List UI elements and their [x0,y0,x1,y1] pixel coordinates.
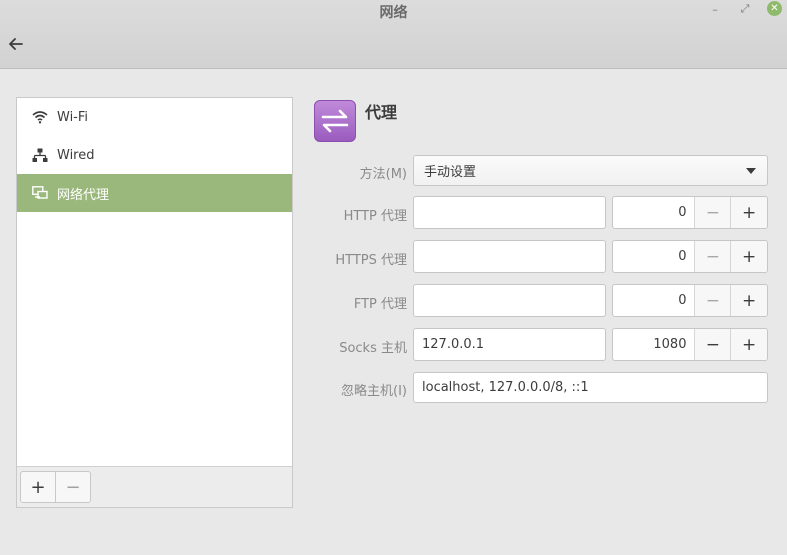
close-icon[interactable]: ✕ [767,1,782,16]
http-host-input[interactable] [413,196,606,229]
ignore-hosts-label: 忽略主机(I) [341,384,407,399]
add-connection-button[interactable]: + [20,471,56,503]
network-wired-icon [31,146,49,164]
http-port-stepper: 0 − + [612,196,768,229]
sidebar-item-network-proxy[interactable]: 网络代理 [17,174,292,212]
ftp-proxy-label: FTP 代理 [353,297,407,312]
window-title: 网络 [379,5,408,21]
back-button[interactable] [6,34,26,54]
socks-port-increment-button[interactable]: + [731,329,767,360]
socks-port-value[interactable]: 1080 [613,329,696,360]
maximize-icon[interactable]: ⤢ [737,1,753,17]
socks-port-stepper: 1080 − + [612,328,768,361]
socks-host-label: Socks 主机 [339,341,407,356]
section-title: 代理 [365,103,398,122]
https-port-stepper: 0 − + [612,240,768,273]
http-port-value[interactable]: 0 [613,197,696,228]
header-bar: 网络 – ⤢ ✕ [0,0,787,69]
http-port-decrement-button[interactable]: − [695,197,732,228]
https-proxy-label: HTTPS 代理 [335,253,407,268]
method-value: 手动设置 [424,165,477,180]
ftp-port-value[interactable]: 0 [613,285,696,316]
socks-host-input[interactable]: 127.0.0.1 [413,328,606,361]
method-dropdown[interactable]: 手动设置 [413,155,768,186]
remove-connection-button[interactable]: − [55,471,91,503]
sidebar-item-label: 网络代理 [57,187,110,203]
proxy-swap-icon [314,100,356,142]
socks-port-decrement-button[interactable]: − [695,329,732,360]
https-port-increment-button[interactable]: + [731,241,767,272]
ftp-host-input[interactable] [413,284,606,317]
back-arrow-icon [9,38,23,50]
wifi-icon [31,108,49,126]
ftp-port-stepper: 0 − + [612,284,768,317]
sidebar-item-wifi[interactable]: Wi-Fi [17,98,292,136]
https-host-input[interactable] [413,240,606,273]
chevron-down-icon [746,168,756,174]
sidebar-item-label: Wired [57,147,95,163]
network-proxy-icon [31,184,49,202]
ftp-port-decrement-button[interactable]: − [695,285,732,316]
https-port-decrement-button[interactable]: − [695,241,732,272]
ftp-port-increment-button[interactable]: + [731,285,767,316]
sidebar-toolbar: + − [17,466,292,507]
sidebar-item-wired[interactable]: Wired [17,136,292,174]
http-port-increment-button[interactable]: + [731,197,767,228]
ignore-hosts-input[interactable]: localhost, 127.0.0.0/8, ::1 [413,372,768,403]
method-label: 方法(M) [359,167,407,182]
https-port-value[interactable]: 0 [613,241,696,272]
http-proxy-label: HTTP 代理 [343,209,407,224]
connection-sidebar: Wi-Fi Wired 网络代理 + − [16,97,293,508]
sidebar-item-label: Wi-Fi [57,109,89,125]
minimize-icon[interactable]: – [707,1,723,17]
